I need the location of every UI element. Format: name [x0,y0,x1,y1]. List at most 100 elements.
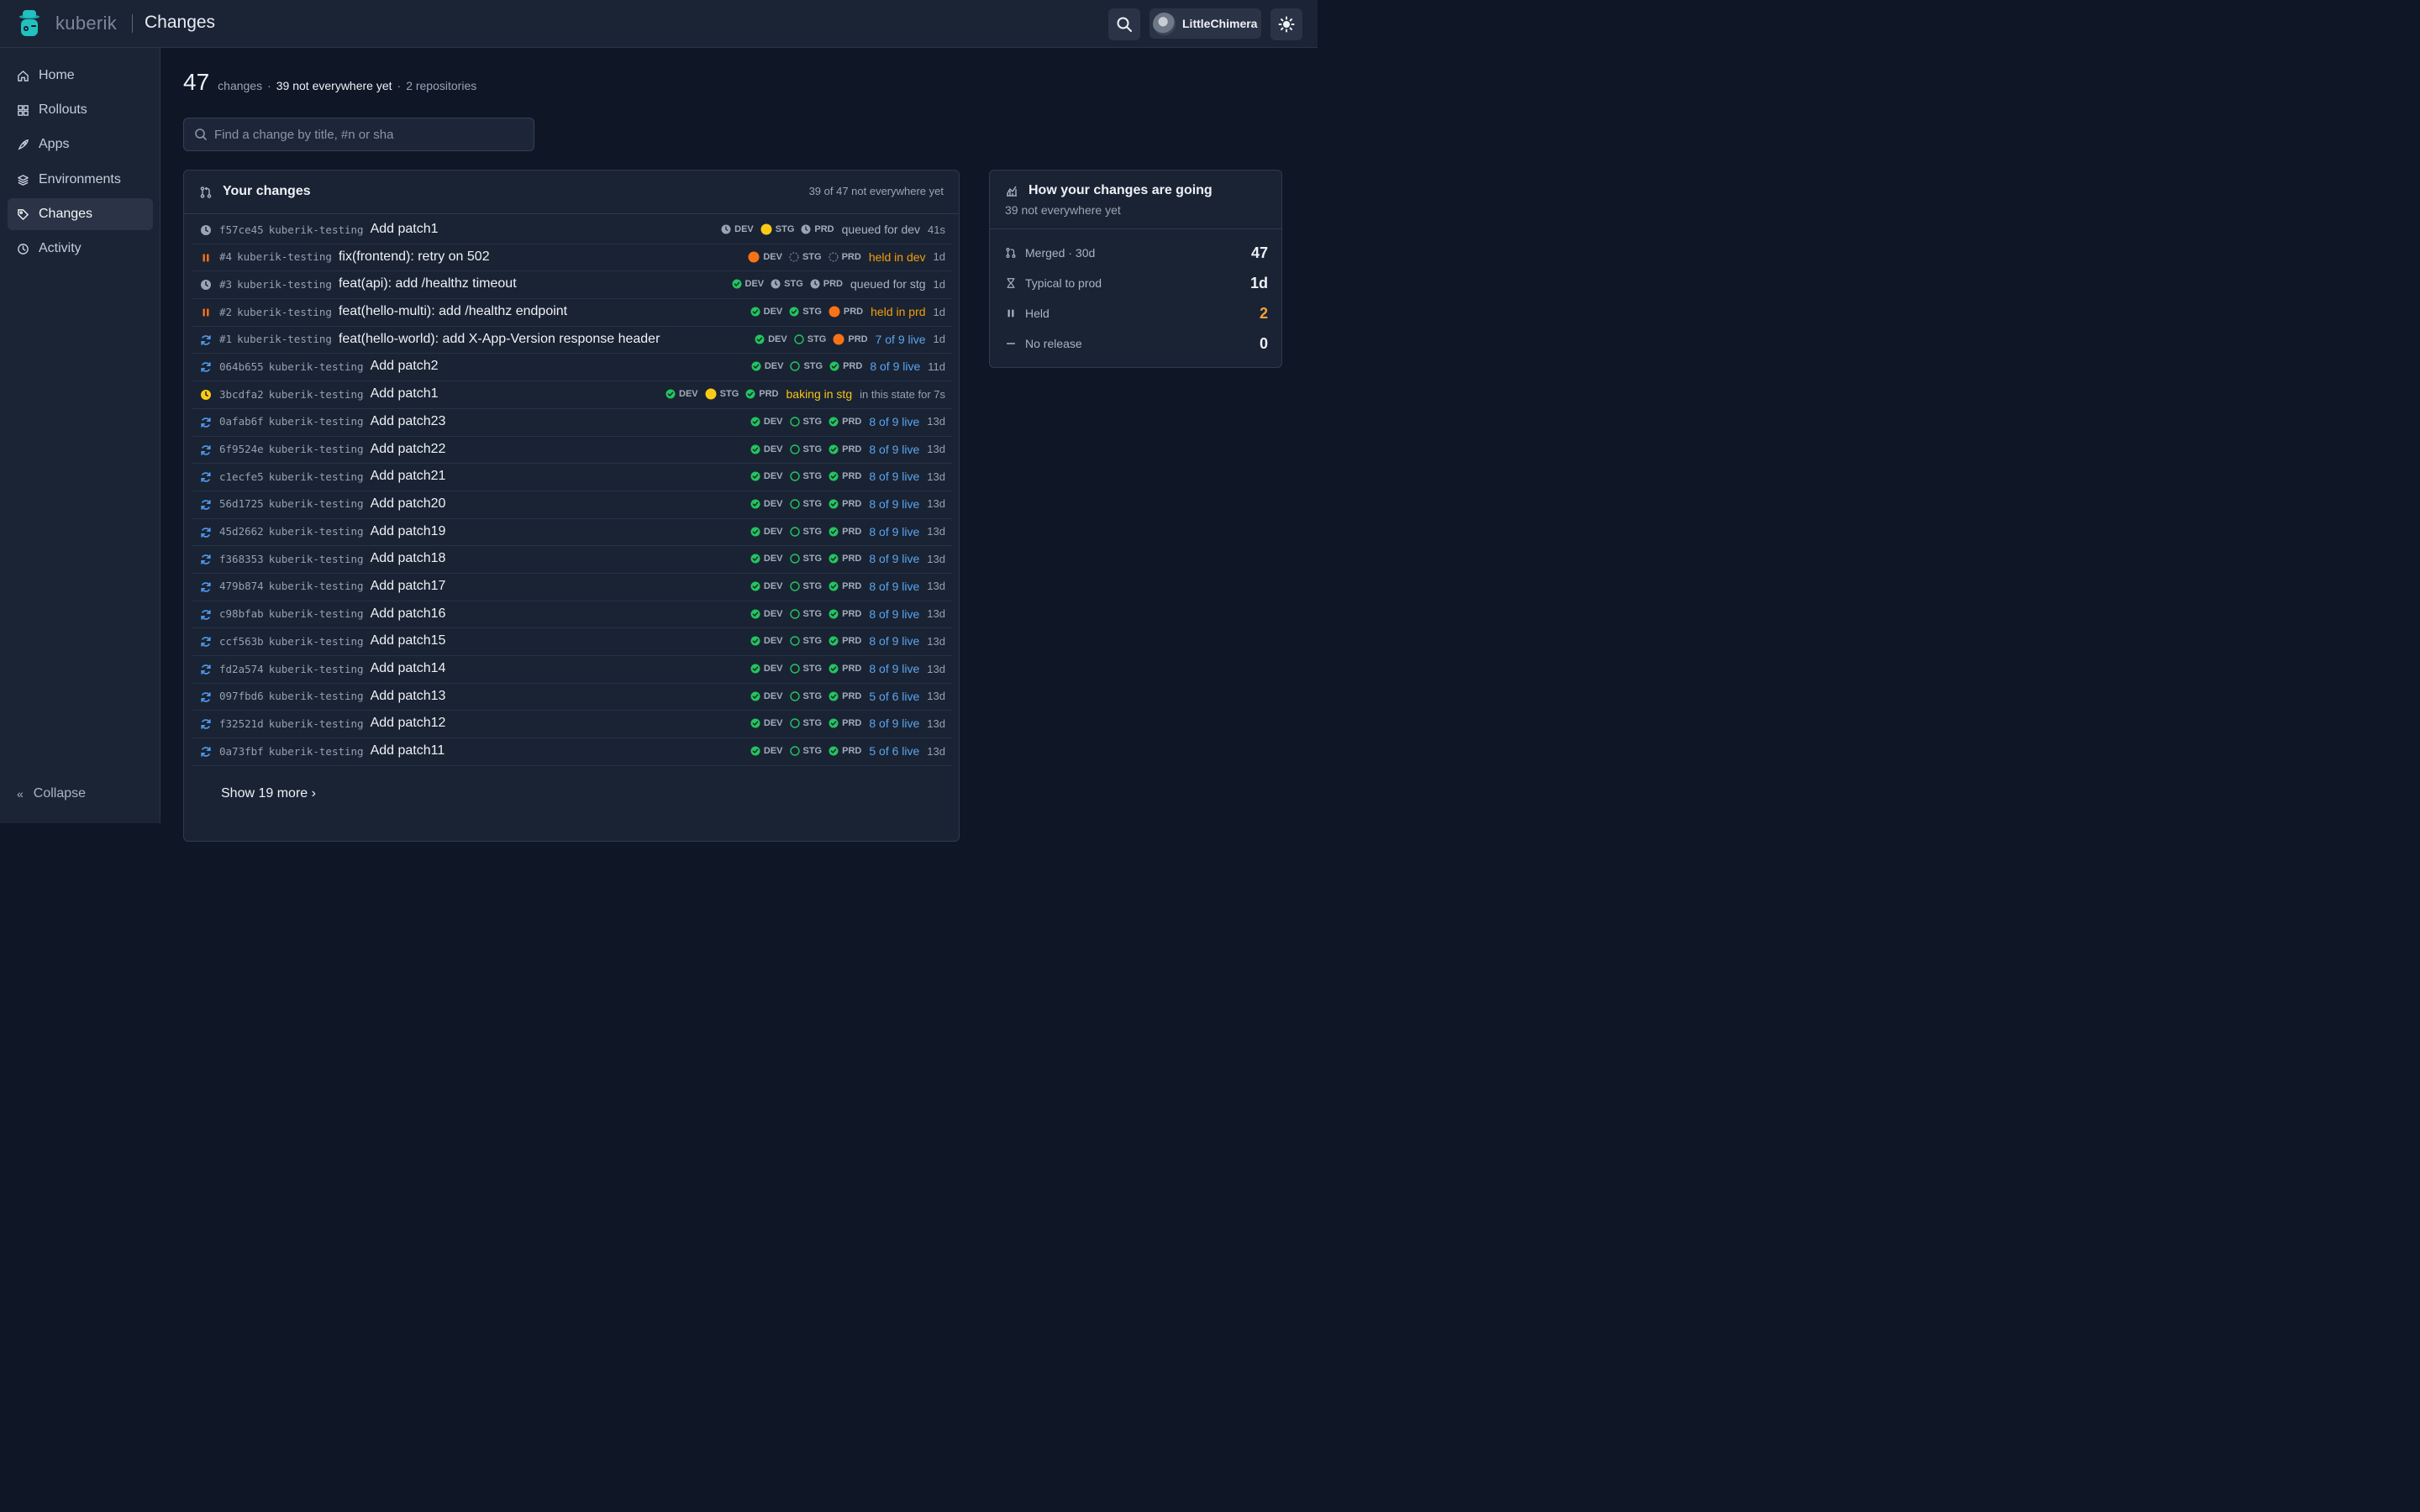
brand-name[interactable]: kuberik [55,13,117,34]
change-sha[interactable]: 0a73fbf [219,745,264,758]
change-state: 8 of 9 live [869,524,920,538]
change-repo[interactable]: kuberik-testing [269,717,364,730]
change-repo[interactable]: kuberik-testing [269,525,364,538]
change-repo[interactable]: kuberik-testing [269,360,364,373]
change-repo[interactable]: kuberik-testing [269,663,364,675]
change-row[interactable]: c98bfab kuberik-testing Add patch16 DEV S… [192,601,952,629]
change-repo[interactable]: kuberik-testing [269,388,364,401]
change-row[interactable]: #3 kuberik-testing feat(api): add /healt… [192,271,952,300]
change-row[interactable]: 56d1725 kuberik-testing Add patch20 DEV S… [192,491,952,519]
sidebar-item-activity[interactable]: Activity [8,233,153,265]
change-repo[interactable]: kuberik-testing [237,333,332,345]
sidebar-item-rollouts[interactable]: Rollouts [8,94,153,126]
change-row[interactable]: #1 kuberik-testing feat(hello-world): ad… [192,327,952,354]
show-more-button[interactable]: Show 19 more › [221,786,316,801]
change-sha[interactable]: #3 [219,278,232,291]
env-dev-status: DEV [750,554,783,564]
change-sha[interactable]: f32521d [219,717,264,730]
kuberik-logo-icon[interactable] [17,8,42,39]
change-sha[interactable]: #2 [219,306,232,318]
change-repo[interactable]: kuberik-testing [269,443,364,455]
change-row[interactable]: f32521d kuberik-testing Add patch12 DEV S… [192,711,952,739]
change-title[interactable]: Add patch11 [371,743,445,759]
sidebar-item-environments[interactable]: Environments [8,164,153,196]
change-sha[interactable]: f368353 [219,553,264,565]
change-title[interactable]: Add patch21 [371,469,446,484]
change-sha[interactable]: c98bfab [219,607,264,620]
change-sha[interactable]: 097fbd6 [219,690,264,702]
change-title[interactable]: feat(hello-world): add X-App-Version res… [339,332,660,347]
collapse-sidebar-button[interactable]: « Collapse [17,786,86,801]
change-row[interactable]: 097fbd6 kuberik-testing Add patch13 DEV S… [192,684,952,711]
change-row[interactable]: 3bcdfa2 kuberik-testing Add patch1 DEV ST… [192,381,952,409]
change-title[interactable]: fix(frontend): retry on 502 [339,249,490,265]
change-repo[interactable]: kuberik-testing [269,553,364,565]
change-row[interactable]: 6f9524e kuberik-testing Add patch22 DEV S… [192,437,952,465]
change-sha[interactable]: 45d2662 [219,525,264,538]
change-title[interactable]: feat(api): add /healthz timeout [339,276,517,291]
theme-toggle-button[interactable] [1270,8,1302,40]
change-title[interactable]: Add patch2 [371,359,439,374]
change-row[interactable]: f368353 kuberik-testing Add patch18 DEV S… [192,546,952,574]
check-circle-icon [829,554,842,564]
change-title[interactable]: Add patch23 [371,414,446,429]
change-title[interactable]: Add patch15 [371,633,446,648]
change-sha[interactable]: 56d1725 [219,497,264,510]
change-repo[interactable]: kuberik-testing [269,415,364,428]
change-repo[interactable]: kuberik-testing [269,635,364,648]
change-row[interactable]: c1ecfe5 kuberik-testing Add patch21 DEV S… [192,464,952,491]
change-sha[interactable]: 479b874 [219,580,264,592]
change-title[interactable]: Add patch17 [371,579,446,594]
change-title[interactable]: Add patch14 [371,661,446,676]
change-row[interactable]: f57ce45 kuberik-testing Add patch1 DEV ST… [192,217,952,244]
change-sha[interactable]: ccf563b [219,635,264,648]
change-title[interactable]: Add patch20 [371,496,446,512]
change-sha[interactable]: fd2a574 [219,663,264,675]
change-row[interactable]: 45d2662 kuberik-testing Add patch19 DEV S… [192,519,952,547]
change-row[interactable]: #2 kuberik-testing feat(hello-multi): ad… [192,299,952,327]
change-title[interactable]: Add patch1 [371,386,439,402]
change-title[interactable]: feat(hello-multi): add /healthz endpoint [339,304,567,319]
change-repo[interactable]: kuberik-testing [237,278,332,291]
change-sha[interactable]: 6f9524e [219,443,264,455]
change-row[interactable]: 0a73fbf kuberik-testing Add patch11 DEV S… [192,738,952,766]
change-sha[interactable]: #1 [219,333,232,345]
change-sha[interactable]: 3bcdfa2 [219,388,264,401]
env-stg-status: STG [794,334,826,344]
change-row[interactable]: 479b874 kuberik-testing Add patch17 DEV S… [192,574,952,601]
change-repo[interactable]: kuberik-testing [237,306,332,318]
env-stg-status: STG [789,691,822,701]
change-title[interactable]: Add patch22 [371,442,446,457]
change-title[interactable]: Add patch1 [371,222,439,237]
change-row[interactable]: #4 kuberik-testing fix(frontend): retry … [192,244,952,272]
search-input[interactable] [214,127,517,142]
change-sha[interactable]: 064b655 [219,360,264,373]
change-sha[interactable]: #4 [219,250,232,263]
change-title[interactable]: Add patch16 [371,606,446,622]
change-repo[interactable]: kuberik-testing [269,745,364,758]
change-repo[interactable]: kuberik-testing [269,580,364,592]
change-sha[interactable]: f57ce45 [219,223,264,236]
change-sha[interactable]: c1ecfe5 [219,470,264,483]
change-repo[interactable]: kuberik-testing [269,223,364,236]
change-row[interactable]: fd2a574 kuberik-testing Add patch14 DEV S… [192,656,952,684]
change-repo[interactable]: kuberik-testing [269,690,364,702]
change-repo[interactable]: kuberik-testing [237,250,332,263]
change-repo[interactable]: kuberik-testing [269,607,364,620]
user-menu-button[interactable]: LittleChimera [1150,8,1261,39]
change-row[interactable]: 0afab6f kuberik-testing Add patch23 DEV S… [192,409,952,437]
change-repo[interactable]: kuberik-testing [269,470,364,483]
change-sha[interactable]: 0afab6f [219,415,264,428]
change-title[interactable]: Add patch13 [371,689,446,704]
sidebar-item-changes[interactable]: Changes [8,198,153,230]
change-title[interactable]: Add patch12 [371,716,446,731]
change-title[interactable]: Add patch19 [371,524,446,539]
change-repo[interactable]: kuberik-testing [269,497,364,510]
change-row[interactable]: ccf563b kuberik-testing Add patch15 DEV S… [192,628,952,656]
open-circle-icon [789,526,803,537]
search-button[interactable] [1108,8,1140,40]
sidebar-item-home[interactable]: Home [8,60,153,92]
sidebar-item-apps[interactable]: Apps [8,129,153,160]
change-row[interactable]: 064b655 kuberik-testing Add patch2 DEV ST… [192,354,952,382]
change-title[interactable]: Add patch18 [371,551,446,566]
